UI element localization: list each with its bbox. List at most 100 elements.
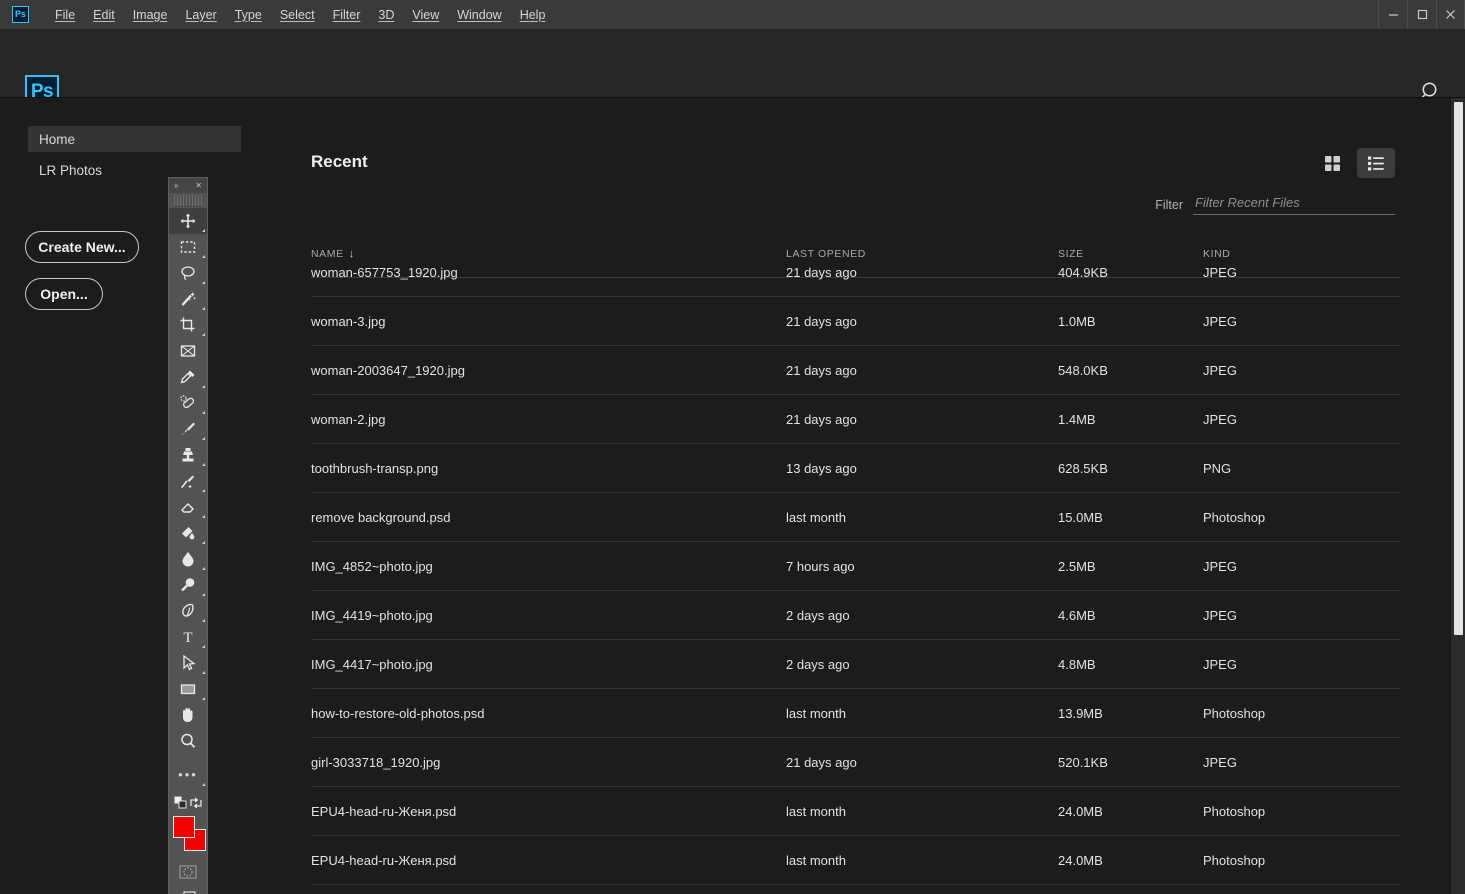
scrollbar-thumb[interactable] — [1454, 102, 1463, 635]
maximize-button[interactable] — [1407, 0, 1436, 29]
quick-mask-icon[interactable] — [169, 859, 207, 885]
cell-size: 1.4MB — [1058, 411, 1096, 427]
cell-size: 2.5MB — [1058, 558, 1096, 574]
table-row[interactable]: woman-2.jpg 21 days ago 1.4MB JPEG — [311, 395, 1400, 444]
table-row[interactable]: EPU4-head-ru-Женя.psd last month 24.0MB … — [311, 787, 1400, 836]
crop-tool[interactable] — [169, 312, 207, 338]
brush-tool[interactable] — [169, 416, 207, 442]
table-row[interactable]: girl-3033718_1920.jpg 21 days ago 520.1K… — [311, 738, 1400, 787]
path-selection-tool[interactable] — [169, 650, 207, 676]
menu-item-filter[interactable]: Filter — [324, 5, 370, 25]
window-titlebar: Ps File Edit Image Layer Type Select Fil… — [0, 0, 1465, 29]
menu-item-image[interactable]: Image — [124, 5, 177, 25]
rectangle-tool[interactable] — [169, 676, 207, 702]
more-tools-icon[interactable]: ••• — [169, 762, 207, 788]
zoom-tool[interactable] — [169, 728, 207, 754]
menu-item-edit[interactable]: Edit — [84, 5, 124, 25]
table-row[interactable]: remove background.psd last month 15.0MB … — [311, 493, 1400, 542]
table-row[interactable]: woman-2003647_1920.jpg 21 days ago 548.0… — [311, 346, 1400, 395]
menu-item-select[interactable]: Select — [271, 5, 324, 25]
search-input[interactable] — [1193, 193, 1395, 215]
panel-drag-handle[interactable] — [174, 195, 202, 207]
table-body: woman-657753_1920.jpg 21 days ago 404.9K… — [311, 248, 1400, 885]
window-controls — [1378, 0, 1465, 29]
cell-last-opened: 13 days ago — [786, 460, 857, 476]
cell-last-opened: last month — [786, 509, 846, 525]
cell-size: 404.9KB — [1058, 264, 1108, 280]
cell-name: how-to-restore-old-photos.psd — [311, 705, 485, 721]
cell-kind: Photoshop — [1203, 803, 1266, 819]
table-row[interactable]: IMG_4852~photo.jpg 7 hours ago 2.5MB JPE… — [311, 542, 1400, 591]
hand-tool[interactable] — [169, 702, 207, 728]
default-colors-icon[interactable] — [174, 796, 188, 815]
menu-bar: File Edit Image Layer Type Select Filter… — [46, 5, 554, 25]
create-new-button[interactable]: Create New... — [25, 231, 139, 263]
table-row[interactable]: woman-3.jpg 21 days ago 1.0MB JPEG — [311, 297, 1400, 346]
list-view-icon[interactable] — [1357, 148, 1395, 178]
cell-kind: JPEG — [1203, 362, 1237, 378]
cell-size: 520.1KB — [1058, 754, 1108, 770]
table-row[interactable]: IMG_4419~photo.jpg 2 days ago 4.6MB JPEG — [311, 591, 1400, 640]
move-tool[interactable] — [169, 208, 207, 234]
sidebar-item-home[interactable]: Home — [28, 126, 241, 152]
clone-stamp-tool[interactable] — [169, 442, 207, 468]
vertical-scrollbar[interactable] — [1450, 98, 1465, 894]
cell-name: IMG_4417~photo.jpg — [311, 656, 433, 672]
cell-name: woman-2003647_1920.jpg — [311, 362, 465, 378]
menu-item-layer[interactable]: Layer — [176, 5, 225, 25]
history-brush-tool[interactable] — [169, 468, 207, 494]
cell-name: EPU4-head-ru-Женя.psd — [311, 803, 457, 819]
frame-tool[interactable] — [169, 338, 207, 364]
svg-text:T: T — [183, 630, 192, 646]
cell-size: 15.0MB — [1058, 509, 1103, 525]
home-screen: Home LR Photos Create New... Open... » ✕ — [0, 97, 1465, 894]
table-row[interactable]: toothbrush-transp.png 13 days ago 628.5K… — [311, 444, 1400, 493]
swap-colors-icon[interactable] — [189, 796, 203, 815]
cell-size: 1.0MB — [1058, 313, 1096, 329]
cell-size: 24.0MB — [1058, 852, 1103, 868]
cell-kind: PNG — [1203, 460, 1232, 476]
cell-name: IMG_4852~photo.jpg — [311, 558, 433, 574]
eraser-tool[interactable] — [169, 494, 207, 520]
type-tool[interactable]: T — [169, 624, 207, 650]
minimize-button[interactable] — [1378, 0, 1407, 29]
cell-name: woman-657753_1920.jpg — [311, 264, 458, 280]
cell-kind: JPEG — [1203, 607, 1237, 623]
dodge-tool[interactable] — [169, 572, 207, 598]
menu-item-view[interactable]: View — [403, 5, 448, 25]
rectangular-select-tool[interactable] — [169, 234, 207, 260]
collapse-chevrons-icon[interactable]: » — [174, 181, 178, 190]
cell-kind: JPEG — [1203, 313, 1237, 329]
cell-kind: JPEG — [1203, 754, 1237, 770]
screen-mode-icon[interactable] — [169, 885, 207, 894]
lasso-tool[interactable] — [169, 260, 207, 286]
cell-last-opened: last month — [786, 705, 846, 721]
blur-tool[interactable] — [169, 546, 207, 572]
sidebar-item-lr-photos[interactable]: LR Photos — [28, 157, 241, 183]
menu-item-3d[interactable]: 3D — [369, 5, 403, 25]
table-row[interactable]: EPU4-head-ru-Женя.psd last month 24.0MB … — [311, 836, 1400, 885]
cell-kind: JPEG — [1203, 558, 1237, 574]
menu-item-window[interactable]: Window — [448, 5, 510, 25]
magic-wand-tool[interactable] — [169, 286, 207, 312]
tools-panel-header[interactable]: » ✕ — [169, 178, 207, 193]
eyedropper-tool[interactable] — [169, 364, 207, 390]
color-controls-row — [169, 796, 207, 814]
pen-tool[interactable] — [169, 598, 207, 624]
open-button[interactable]: Open... — [25, 278, 103, 310]
table-row[interactable]: woman-657753_1920.jpg 21 days ago 404.9K… — [311, 248, 1400, 297]
grid-view-icon[interactable] — [1313, 148, 1351, 178]
healing-brush-tool[interactable] — [169, 390, 207, 416]
menu-item-file[interactable]: File — [46, 5, 84, 25]
gradient-tool[interactable] — [169, 520, 207, 546]
foreground-color-swatch[interactable] — [173, 816, 195, 838]
cell-last-opened: 21 days ago — [786, 264, 857, 280]
menu-item-help[interactable]: Help — [511, 5, 555, 25]
table-row[interactable]: IMG_4417~photo.jpg 2 days ago 4.8MB JPEG — [311, 640, 1400, 689]
cell-size: 4.8MB — [1058, 656, 1096, 672]
menu-item-type[interactable]: Type — [226, 5, 271, 25]
close-icon[interactable]: ✕ — [195, 181, 202, 190]
table-row[interactable]: how-to-restore-old-photos.psd last month… — [311, 689, 1400, 738]
cell-name: woman-3.jpg — [311, 313, 386, 329]
close-button[interactable] — [1436, 0, 1465, 29]
